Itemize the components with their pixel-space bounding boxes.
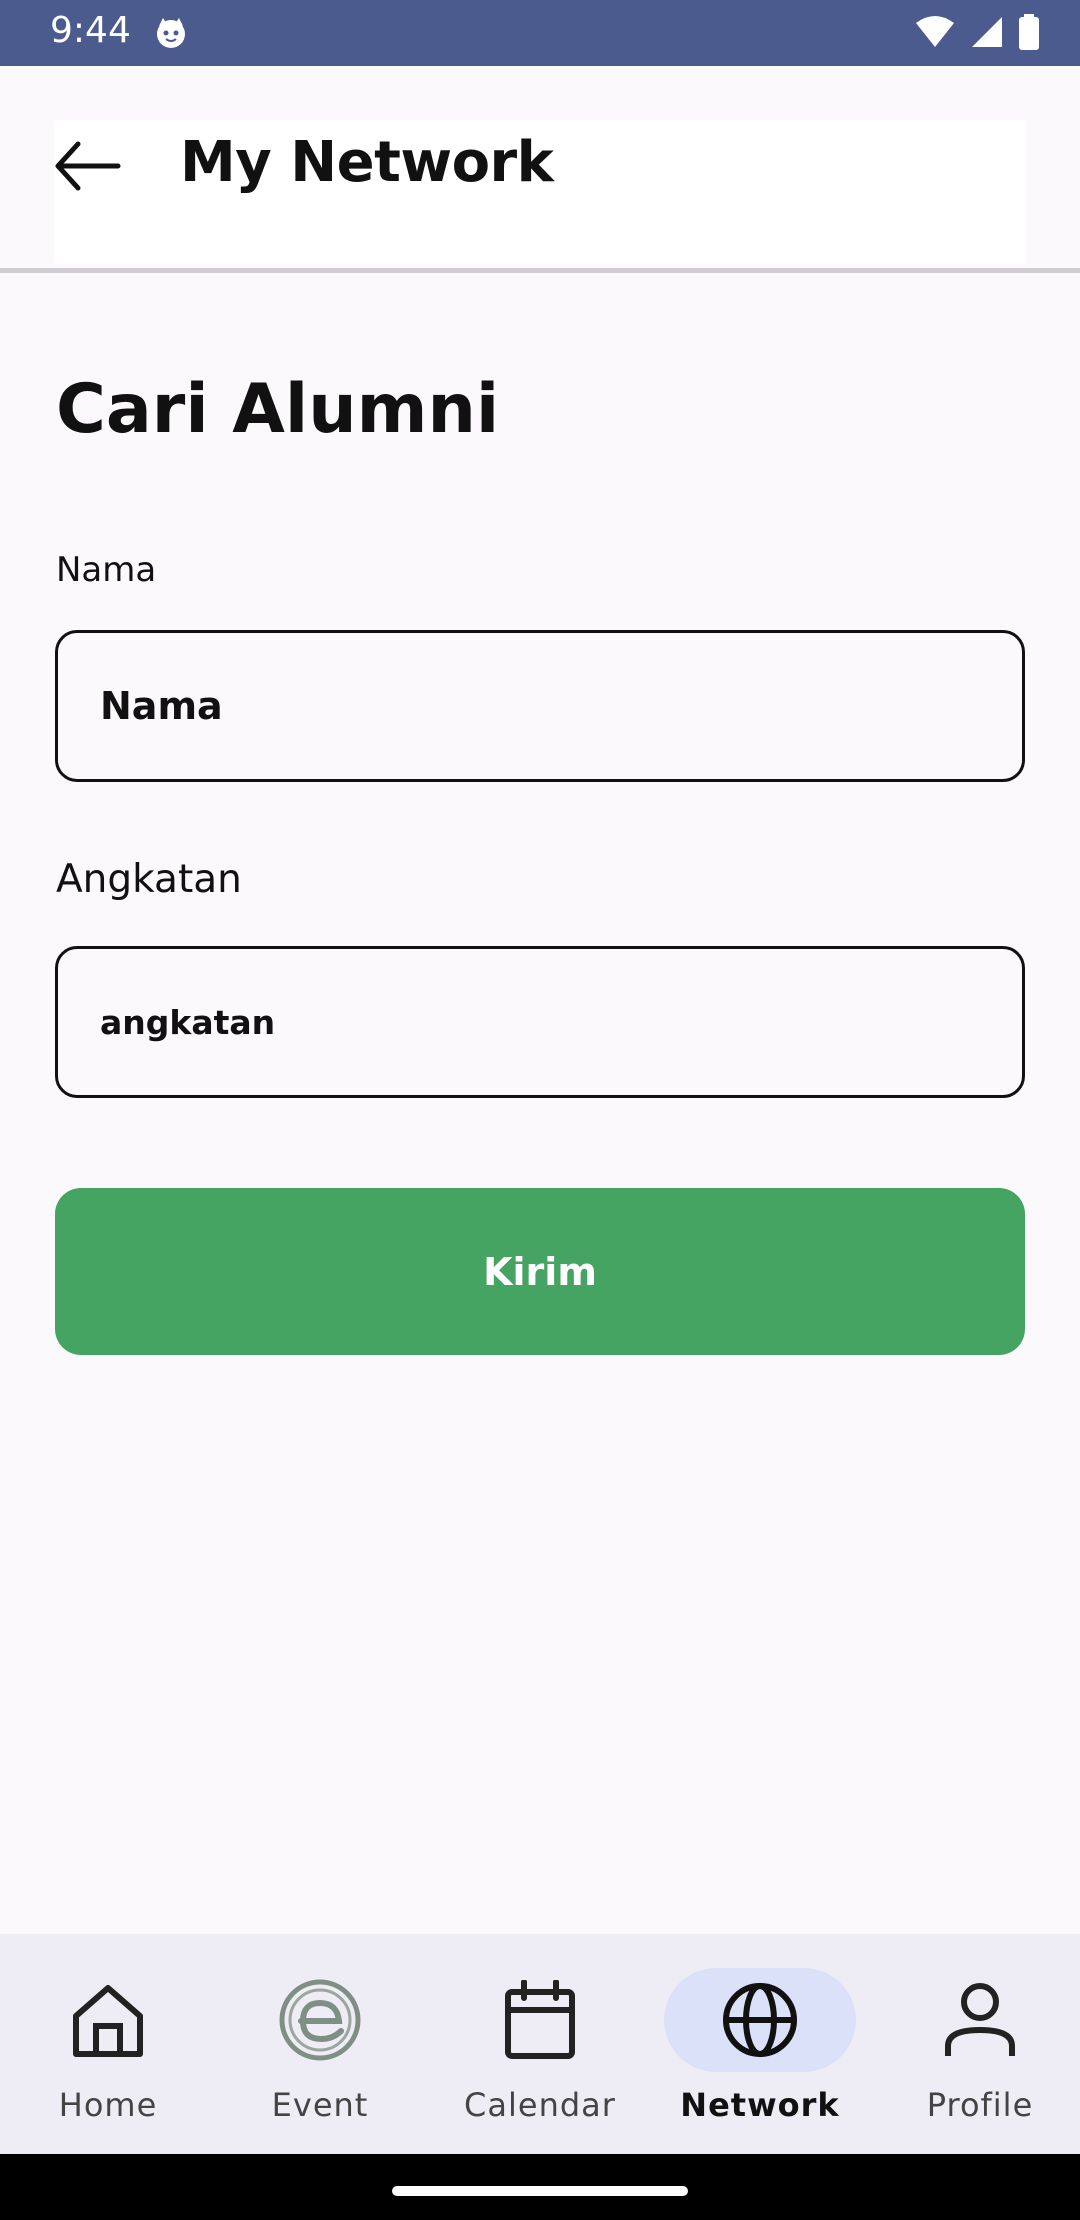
nav-icon-container [664,1968,856,2072]
nav-item-event[interactable]: Event [212,1934,428,2154]
app-bar: My Network [54,120,1026,264]
nav-label-network: Network [680,2086,840,2124]
nav-item-network[interactable]: Network [652,1934,868,2154]
nav-icon-container [12,1968,204,2072]
nav-item-calendar[interactable]: Calendar [432,1934,648,2154]
nama-field-value: Nama [100,684,223,728]
home-icon [73,1985,143,2057]
status-icons [914,14,1040,50]
cat-notification-icon [157,18,185,48]
arrow-back-icon[interactable] [54,130,124,200]
event-icon [279,1979,361,2061]
section-heading: Cari Alumni [56,370,500,449]
nav-icon-container [444,1968,636,2072]
gesture-bar [0,2154,1080,2220]
wifi-icon [916,16,954,47]
battery-icon [1019,14,1039,50]
nav-icon-container [224,1968,416,2072]
nav-item-profile[interactable]: Profile [872,1934,1080,2154]
status-bar: 9:44 [0,0,1080,66]
nav-icon-container [884,1968,1076,2072]
submit-button[interactable]: Kirim [55,1188,1025,1355]
bottom-navigation: Home Event Calendar Network Profile [0,1934,1080,2154]
calendar-icon [505,1980,575,2059]
angkatan-label: Angkatan [56,857,242,902]
nav-label-home: Home [58,2086,158,2124]
nav-label-calendar: Calendar [464,2086,616,2124]
app-bar-divider [0,268,1080,273]
angkatan-field-value: angkatan [100,1002,276,1042]
nav-label-event: Event [271,2086,369,2124]
status-time: 9:44 [50,10,131,51]
nama-label: Nama [56,550,157,590]
nav-item-home[interactable]: Home [0,1934,216,2154]
person-icon [945,1983,1015,2056]
globe-icon [723,1983,797,2057]
page-title: My Network [180,130,554,195]
angkatan-field[interactable]: angkatan [55,946,1025,1098]
signal-icon [972,17,1002,47]
nama-field[interactable]: Nama [55,630,1025,782]
nav-label-profile: Profile [926,2086,1034,2124]
home-gesture-handle[interactable] [392,2186,688,2196]
